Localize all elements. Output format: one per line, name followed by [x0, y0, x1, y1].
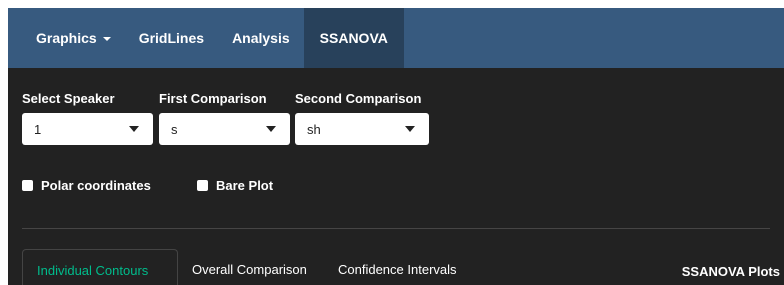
- select-speaker-value: 1: [34, 122, 42, 137]
- select-speaker-dropdown[interactable]: 1: [22, 113, 153, 145]
- nav-ssanova[interactable]: SSANOVA: [303, 8, 404, 68]
- nav-gridlines-label: GridLines: [138, 30, 205, 46]
- dropdown-arrow-icon: [129, 126, 139, 132]
- tab-confidence-intervals-label: Confidence Intervals: [338, 262, 457, 277]
- first-comparison-dropdown[interactable]: s: [159, 113, 290, 145]
- tab-individual-contours-label: Individual Contours: [37, 263, 149, 278]
- checkbox-box-icon[interactable]: [22, 180, 33, 191]
- app-window: Graphics GridLines Analysis SSANOVA Sele…: [8, 8, 784, 285]
- nav-analysis-label: Analysis: [232, 30, 290, 46]
- top-navbar: Graphics GridLines Analysis SSANOVA: [8, 8, 784, 68]
- polar-coordinates-label: Polar coordinates: [41, 178, 151, 193]
- first-comparison-label: First Comparison: [159, 91, 267, 106]
- first-comparison-value: s: [171, 122, 178, 137]
- second-comparison-label: Second Comparison: [295, 91, 422, 106]
- caret-down-icon: [102, 37, 111, 41]
- ssanova-plots-title: SSANOVA Plots: [681, 264, 780, 279]
- tab-overall-comparison[interactable]: Overall Comparison: [178, 249, 318, 285]
- dropdown-arrow-icon: [405, 126, 415, 132]
- tab-confidence-intervals[interactable]: Confidence Intervals: [324, 249, 474, 285]
- checkbox-box-icon[interactable]: [197, 180, 208, 191]
- tab-individual-contours[interactable]: Individual Contours: [22, 249, 178, 285]
- main-content: Select Speaker 1 First Comparison s Seco…: [8, 68, 784, 285]
- dropdown-arrow-icon: [266, 126, 276, 132]
- polar-coordinates-checkbox[interactable]: Polar coordinates: [22, 178, 151, 193]
- second-comparison-dropdown[interactable]: sh: [295, 113, 429, 145]
- second-comparison-value: sh: [307, 122, 321, 137]
- section-divider: [22, 228, 770, 229]
- nav-graphics-label: Graphics: [36, 30, 97, 46]
- tab-overall-comparison-label: Overall Comparison: [192, 262, 307, 277]
- nav-analysis[interactable]: Analysis: [218, 8, 304, 68]
- nav-graphics-dropdown[interactable]: Graphics: [8, 8, 125, 68]
- bare-plot-checkbox[interactable]: Bare Plot: [197, 178, 273, 193]
- nav-ssanova-label: SSANOVA: [319, 30, 388, 46]
- bare-plot-label: Bare Plot: [216, 178, 274, 193]
- select-speaker-label: Select Speaker: [22, 91, 115, 106]
- nav-gridlines[interactable]: GridLines: [125, 8, 218, 68]
